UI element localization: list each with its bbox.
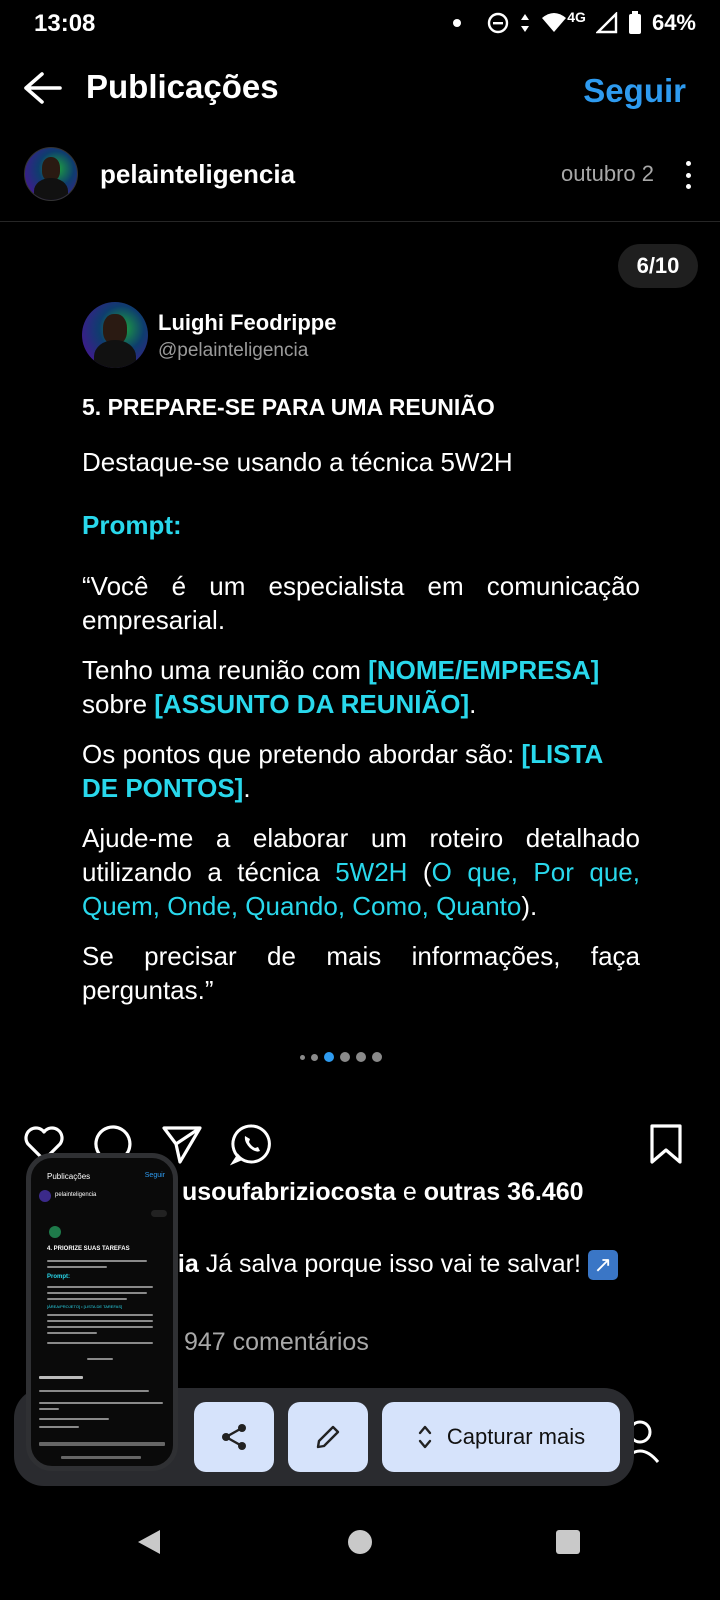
thumb-line: [39, 1418, 109, 1420]
comments-count[interactable]: 947 comentários: [184, 1328, 369, 1356]
carousel-indicator: [300, 1052, 382, 1062]
edit-button[interactable]: [288, 1402, 368, 1472]
indicator-dot-active: [324, 1052, 334, 1062]
thumb-line: [39, 1408, 59, 1410]
thumb-slide-avatar: [49, 1226, 61, 1238]
slide-body: 5. PREPARE-SE PARA UMA REUNIÃO Destaque-…: [82, 394, 640, 1023]
text-span: .: [243, 773, 251, 803]
battery-percent: 64%: [651, 10, 696, 35]
data-arrows-icon: [521, 14, 530, 32]
carousel-slide[interactable]: 6/10 Luighi Feodrippe @pelainteligencia …: [0, 222, 720, 1082]
thumb-line: [47, 1260, 147, 1262]
thumb-title: Publicações: [47, 1172, 91, 1181]
indicator-dot: [311, 1053, 318, 1061]
top-header: Publicações Seguir: [0, 60, 720, 120]
thumb-line: [47, 1298, 127, 1300]
status-bar: 13:08 4G 64%: [0, 0, 720, 48]
thumb-line: [47, 1286, 153, 1288]
status-icons: 4G 64%: [453, 9, 696, 36]
system-back-icon[interactable]: [136, 1528, 162, 1556]
indicator-dot: [372, 1052, 382, 1062]
screenshot-thumbnail[interactable]: Publicações Seguir pelainteligencia 4. P…: [26, 1153, 178, 1471]
placeholder-company: [NOME/EMPRESA]: [368, 655, 600, 685]
slide-author-avatar: [82, 302, 148, 368]
caption-text: Já salva porque isso vai te salvar!: [198, 1250, 581, 1278]
capture-more-label: Capturar mais: [446, 1424, 586, 1449]
thumb-author: pelainteligencia: [55, 1192, 97, 1198]
capture-more-button[interactable]: Capturar mais: [382, 1402, 620, 1472]
arrow-emoji-icon: ↗: [587, 1250, 618, 1281]
indicator-dot: [300, 1054, 305, 1060]
wifi-icon: [542, 13, 567, 32]
thumb-line: [47, 1320, 153, 1322]
back-arrow-icon[interactable]: [22, 70, 62, 106]
thumb-line: [39, 1390, 149, 1392]
thumb-line: [47, 1266, 107, 1268]
system-recents-icon[interactable]: [556, 1530, 580, 1554]
whatsapp-icon[interactable]: [230, 1122, 274, 1166]
likes-others[interactable]: outras 36.460: [424, 1178, 584, 1206]
prompt-paragraph-2: Tenho uma reunião com [NOME/EMPRESA] sob…: [82, 653, 640, 721]
pencil-icon: [316, 1425, 340, 1449]
author-username[interactable]: pelainteligencia: [100, 159, 295, 190]
text-span: Tenho uma reunião com: [82, 655, 369, 685]
share-button[interactable]: [194, 1402, 274, 1472]
prompt-paragraph-1: “Você é um especialista em comunicação e…: [82, 571, 640, 635]
thumb-line: [39, 1426, 79, 1428]
placeholder-subject: [ASSUNTO DA REUNIÃO]: [154, 689, 470, 719]
thumb-line: [47, 1326, 153, 1328]
notification-dot-icon: [453, 19, 462, 27]
thumb-follow: Seguir: [144, 1172, 165, 1179]
page-title: Publicações: [86, 68, 279, 105]
indicator-dot: [356, 1052, 366, 1062]
network-type: 4G: [567, 9, 586, 25]
system-navigation-bar: [0, 1510, 720, 1600]
thumb-line: [47, 1292, 147, 1294]
follow-button[interactable]: Seguir: [583, 72, 686, 110]
thumb-avatar: [39, 1190, 51, 1202]
text-span: Os pontos que pretendo abordar são:: [82, 739, 522, 769]
technique-name: 5W2H: [335, 857, 408, 887]
thumb-bottom-nav: [39, 1442, 165, 1446]
battery-icon: [628, 11, 641, 34]
system-home-icon[interactable]: [348, 1530, 372, 1554]
thumb-placeholder: [ÁREA/PROJETO] • [LISTA DE TAREFAS]: [47, 1304, 123, 1309]
status-time: 13:08: [34, 10, 96, 37]
thumb-line: [47, 1314, 153, 1316]
thumb-counter: [151, 1210, 167, 1217]
do-not-disturb-icon: [488, 12, 509, 34]
slide-author-name: Luighi Feodrippe: [158, 310, 337, 335]
expand-vertical-icon: [418, 1425, 432, 1449]
thumb-line: [47, 1332, 97, 1334]
text-span: (: [407, 857, 432, 887]
author-avatar[interactable]: [24, 147, 78, 201]
text-span: ).: [521, 891, 538, 921]
thumb-prompt: Prompt:: [47, 1274, 70, 1280]
slide-author-handle: @pelainteligencia: [158, 340, 309, 361]
thumb-dots: [87, 1358, 113, 1360]
save-bookmark-icon[interactable]: [644, 1122, 688, 1166]
slide-counter: 6/10: [618, 244, 698, 288]
thumb-line: [47, 1342, 153, 1344]
post-author-row: pelainteligencia outubro 2: [0, 145, 720, 209]
post-date: outubro 2: [561, 161, 654, 186]
more-options-icon[interactable]: [684, 161, 692, 189]
thumb-heading: 4. PRIORIZE SUAS TAREFAS: [47, 1246, 130, 1252]
prompt-paragraph-5: Se precisar de mais informações, faça pe…: [82, 941, 640, 1005]
text-span: sobre: [82, 689, 155, 719]
thumb-actions: [39, 1376, 83, 1379]
likes-connector: e: [395, 1178, 424, 1206]
slide-heading: 5. PREPARE-SE PARA UMA REUNIÃO: [82, 394, 495, 420]
thumb-system-nav: [61, 1456, 141, 1459]
prompt-label: Prompt:: [82, 510, 182, 540]
signal-icon: [595, 12, 618, 34]
slide-subheading: Destaque-se usando a técnica 5W2H: [82, 447, 513, 477]
share-icon: [222, 1424, 246, 1450]
text-span: .: [469, 689, 477, 719]
indicator-dot: [340, 1052, 350, 1062]
prompt-paragraph-3: Os pontos que pretendo abordar são: [LIS…: [82, 737, 640, 805]
prompt-paragraph-4: Ajude-me a elaborar um roteiro detalhado…: [82, 821, 640, 923]
likes-username[interactable]: usoufabriziocosta: [182, 1178, 396, 1206]
thumb-line: [39, 1402, 163, 1404]
